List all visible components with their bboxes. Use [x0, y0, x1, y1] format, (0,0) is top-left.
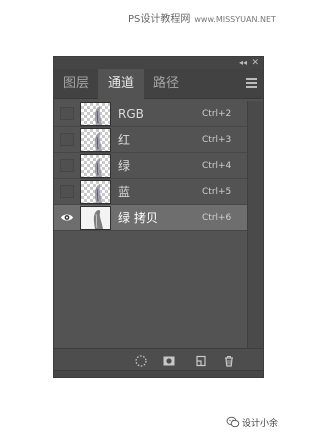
eye-icon — [61, 214, 73, 221]
panel-menu-icon[interactable] — [246, 78, 257, 88]
channel-shortcut: Ctrl+6 — [202, 213, 232, 223]
visibility-toggle[interactable] — [60, 133, 74, 146]
channel-name: 蓝 — [118, 185, 131, 199]
tab-layers[interactable]: 图层 — [54, 69, 98, 99]
site-header: PS设计教程网 www.MISSYUAN.NET — [128, 10, 309, 25]
close-icon[interactable]: ✕ — [251, 57, 259, 69]
tab-channels[interactable]: 通道 — [98, 69, 144, 100]
collapse-icon[interactable]: ◂◂ — [239, 57, 247, 69]
channels-panel: ◂◂ ✕ 图层 通道 路径 RGB Ctrl+2 红 Ctrl+3 绿 Ctrl… — [53, 56, 264, 378]
channel-thumbnail — [80, 206, 111, 230]
channel-thumbnail — [80, 154, 111, 178]
channel-shortcut: Ctrl+3 — [202, 135, 232, 145]
visibility-toggle[interactable] — [60, 211, 74, 224]
site-title: PS设计教程网 — [128, 14, 191, 25]
panel-tab-bar: 图层 通道 路径 — [54, 69, 263, 100]
channel-thumbnail — [80, 102, 111, 126]
channel-list-scrollbar[interactable] — [247, 101, 263, 348]
channel-list: RGB Ctrl+2 红 Ctrl+3 绿 Ctrl+4 蓝 Ctrl+5 绿 … — [54, 101, 247, 348]
panel-bottom-edge — [54, 370, 263, 377]
channel-row-rgb[interactable]: RGB Ctrl+2 — [54, 101, 247, 127]
watermark-text: 设计小余 — [242, 419, 279, 429]
visibility-toggle[interactable] — [60, 107, 74, 120]
channel-name: RGB — [118, 107, 144, 121]
visibility-toggle[interactable] — [60, 185, 74, 198]
channel-name: 红 — [118, 133, 131, 147]
channel-row-red[interactable]: 红 Ctrl+3 — [54, 127, 247, 153]
channel-name: 绿 拷贝 — [118, 211, 158, 225]
tab-paths[interactable]: 路径 — [144, 69, 188, 99]
save-selection-icon[interactable] — [162, 353, 176, 367]
channel-row-green-copy[interactable]: 绿 拷贝 Ctrl+6 — [54, 205, 247, 231]
channel-row-green[interactable]: 绿 Ctrl+4 — [54, 153, 247, 179]
channel-row-blue[interactable]: 蓝 Ctrl+5 — [54, 179, 247, 205]
panel-title-bar[interactable]: ◂◂ ✕ — [54, 57, 263, 69]
visibility-toggle[interactable] — [60, 159, 74, 172]
panel-footer — [54, 348, 263, 370]
channel-thumbnail — [80, 180, 111, 204]
channel-shortcut: Ctrl+4 — [202, 161, 232, 171]
new-channel-icon[interactable] — [194, 353, 208, 367]
channel-thumbnail — [80, 128, 111, 152]
channel-name: 绿 — [118, 159, 131, 173]
channel-shortcut: Ctrl+2 — [202, 109, 232, 119]
wechat-logo-icon — [226, 416, 240, 428]
delete-channel-icon[interactable] — [222, 353, 236, 367]
load-selection-icon[interactable] — [134, 353, 148, 367]
site-url: www.MISSYUAN.NET — [194, 15, 276, 24]
channel-shortcut: Ctrl+5 — [202, 187, 232, 197]
